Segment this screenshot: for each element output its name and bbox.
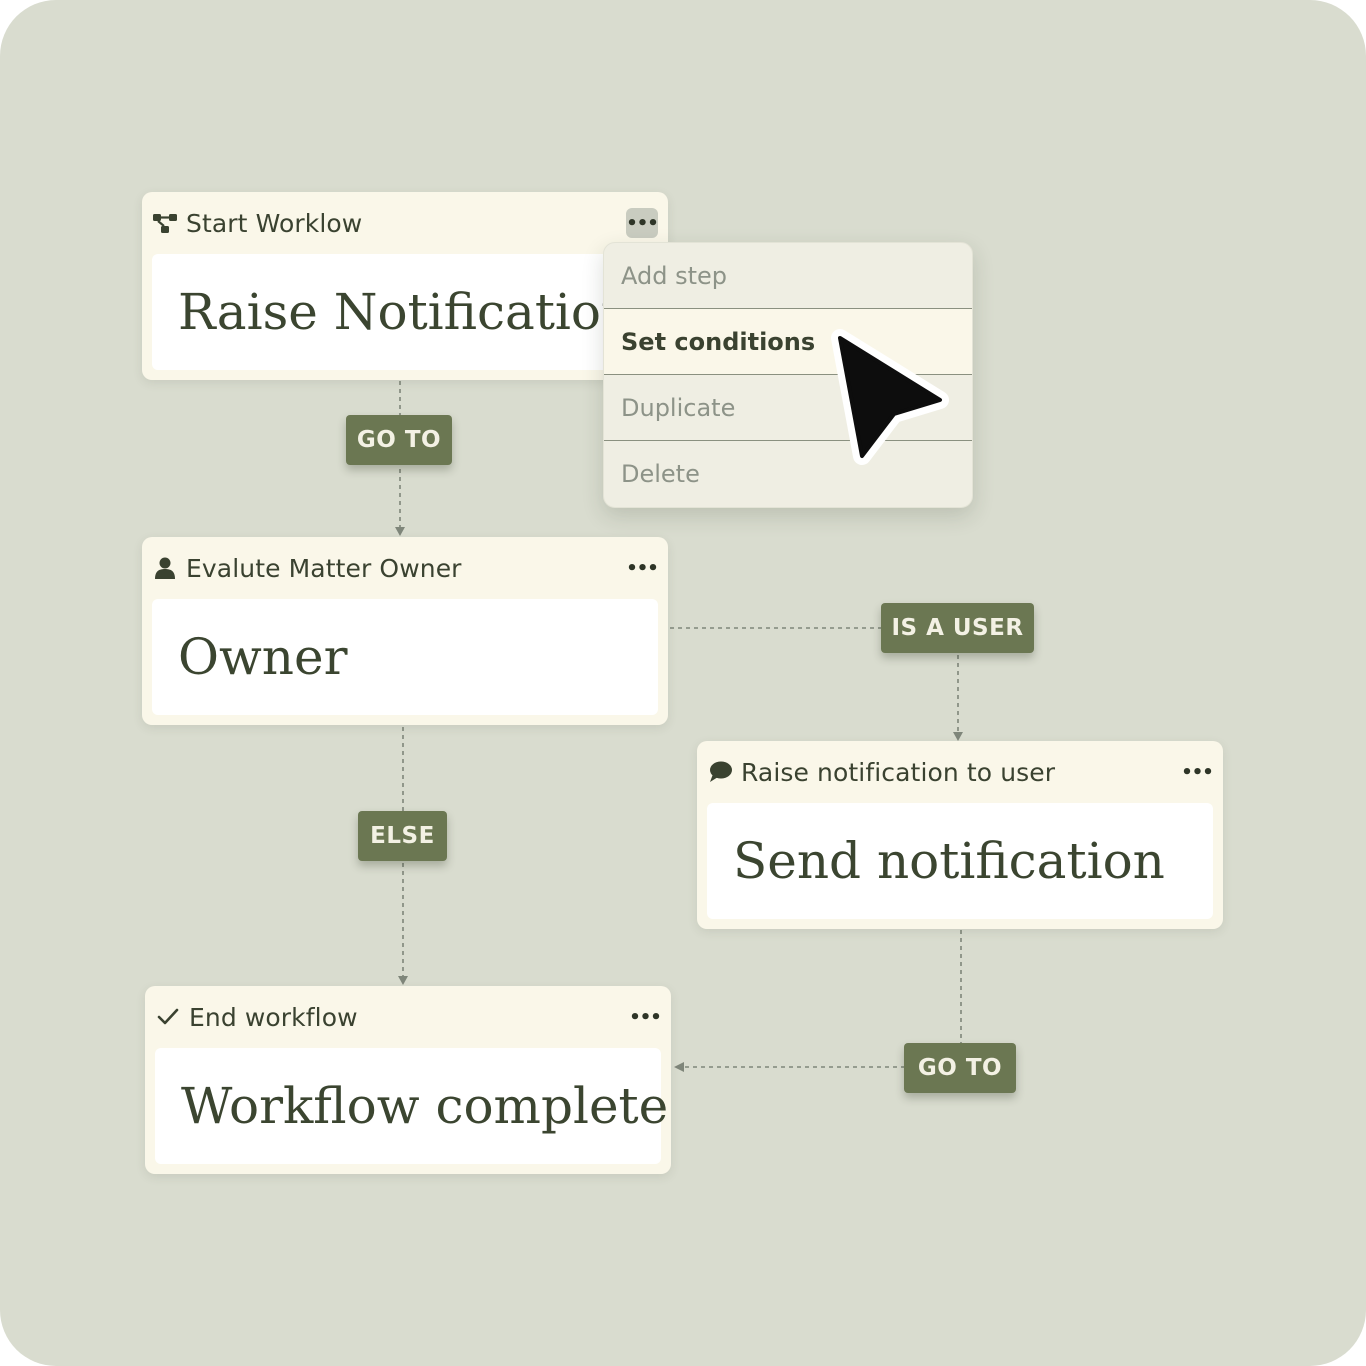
mouse-cursor-icon [831,329,949,465]
node-title: Raise notification to user [741,757,1056,787]
node-start-workflow[interactable]: Start Worklow ••• Raise Notification [142,192,668,380]
node-end-workflow[interactable]: End workflow ••• Workflow complete [145,986,671,1174]
workflow-canvas: Start Worklow ••• Raise Notification Eva… [0,0,1366,1366]
node-value: Send notification [733,832,1165,890]
node-content[interactable]: Workflow complete [155,1048,668,1164]
node-value: Raise Notification [178,283,634,341]
checkmark-icon [155,1004,181,1030]
node-header: Raise notification to user [707,757,1055,787]
node-title: Start Worklow [186,208,363,238]
workflow-icon [152,210,178,236]
menu-item-add-step[interactable]: Add step [604,243,972,309]
node-value: Workflow complete [181,1077,669,1135]
node-content[interactable]: Owner [152,599,658,715]
node-header: Evalute Matter Owner [152,553,462,583]
node-header: End workflow [155,1002,358,1032]
more-options-icon[interactable]: ••• [629,1002,662,1032]
chat-bubble-icon [707,759,733,785]
node-raise-notification[interactable]: Raise notification to user ••• Send noti… [697,741,1223,929]
node-title: Evalute Matter Owner [186,553,462,583]
node-evaluate-matter-owner[interactable]: Evalute Matter Owner ••• Owner [142,537,668,725]
more-options-icon[interactable]: ••• [626,553,659,583]
connector-goto-tag[interactable]: GO TO [904,1043,1016,1093]
node-header: Start Worklow [152,208,362,238]
node-value: Owner [178,628,348,686]
user-icon [152,555,178,581]
connector-is-a-user-tag[interactable]: IS A USER [881,603,1034,653]
node-content[interactable]: Send notification [707,803,1213,919]
more-options-icon[interactable]: ••• [1181,757,1214,787]
connector-goto-tag[interactable]: GO TO [346,415,452,465]
node-content[interactable]: Raise Notification [152,254,658,370]
connector-else-tag[interactable]: ELSE [358,811,447,861]
node-title: End workflow [189,1002,358,1032]
more-options-icon[interactable]: ••• [626,208,659,238]
